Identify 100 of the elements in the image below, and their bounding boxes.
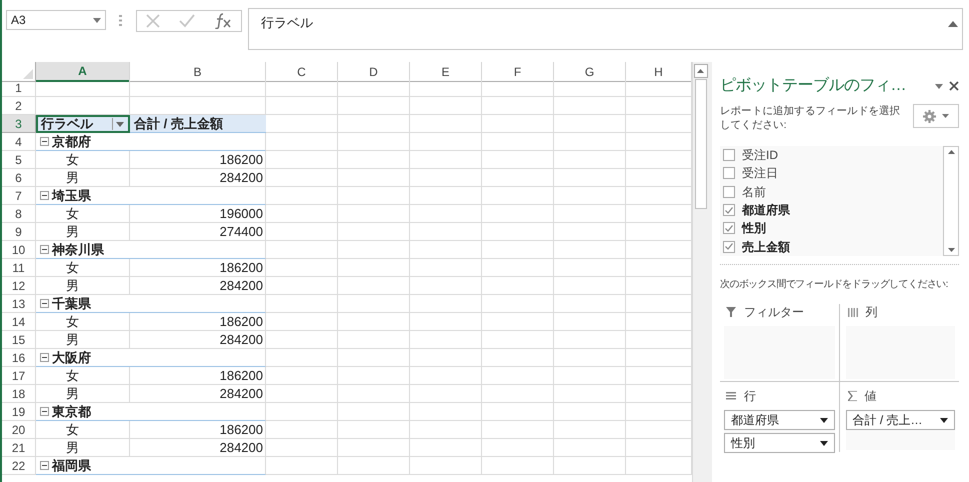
cell[interactable]: [338, 133, 410, 151]
cell[interactable]: 千葉県: [36, 295, 130, 313]
cell[interactable]: [410, 349, 482, 367]
area-field-button[interactable]: 都道府県: [724, 410, 834, 430]
cell[interactable]: [266, 169, 338, 187]
field-label[interactable]: 性別: [742, 219, 766, 238]
cell[interactable]: [410, 205, 482, 223]
field-label[interactable]: 受注日: [742, 164, 778, 182]
cell[interactable]: [554, 313, 626, 331]
cell[interactable]: [266, 277, 338, 295]
cell[interactable]: [482, 259, 554, 277]
cell[interactable]: [266, 133, 338, 151]
cell[interactable]: 186200: [130, 151, 266, 169]
cell[interactable]: [410, 295, 482, 313]
cell[interactable]: [482, 349, 554, 367]
cell[interactable]: [410, 457, 482, 475]
cell[interactable]: 女: [36, 367, 130, 385]
function-icon[interactable]: [214, 13, 232, 29]
column-header[interactable]: E: [410, 62, 482, 82]
cell[interactable]: [266, 187, 338, 205]
cell[interactable]: [36, 79, 130, 97]
cell[interactable]: [266, 331, 338, 349]
cell[interactable]: [266, 241, 338, 259]
cell[interactable]: 186200: [130, 367, 266, 385]
cell[interactable]: [266, 151, 338, 169]
cell[interactable]: 男: [36, 385, 130, 403]
cell[interactable]: [130, 295, 266, 313]
row-number[interactable]: 14: [2, 313, 36, 331]
cell[interactable]: [554, 241, 626, 259]
selected-cell[interactable]: 行ラベル: [36, 115, 130, 133]
cell[interactable]: [410, 403, 482, 421]
row-number[interactable]: 11: [2, 259, 36, 277]
cell[interactable]: 274400: [130, 223, 266, 241]
name-box[interactable]: A3: [6, 10, 106, 30]
cell[interactable]: [482, 151, 554, 169]
column-header[interactable]: B: [130, 62, 266, 82]
cell[interactable]: [266, 79, 338, 97]
cell[interactable]: 女: [36, 259, 130, 277]
drop-area[interactable]: 合計 / 売上…: [846, 410, 955, 450]
cell[interactable]: [338, 439, 410, 457]
cell[interactable]: [482, 385, 554, 403]
row-number[interactable]: 5: [2, 151, 36, 169]
cell[interactable]: 女: [36, 205, 130, 223]
cell[interactable]: [554, 205, 626, 223]
collapse-icon[interactable]: [40, 461, 49, 470]
row-number[interactable]: 3: [2, 115, 36, 133]
cell[interactable]: [266, 457, 338, 475]
cell[interactable]: [554, 151, 626, 169]
cell[interactable]: [266, 313, 338, 331]
cell[interactable]: [338, 205, 410, 223]
cell[interactable]: [130, 349, 266, 367]
cell[interactable]: [554, 277, 626, 295]
row-number[interactable]: 9: [2, 223, 36, 241]
cell[interactable]: [410, 421, 482, 439]
cell[interactable]: [482, 223, 554, 241]
cell[interactable]: 男: [36, 331, 130, 349]
row-number[interactable]: 7: [2, 187, 36, 205]
cell[interactable]: 284200: [130, 331, 266, 349]
cell[interactable]: [554, 169, 626, 187]
cell[interactable]: [482, 241, 554, 259]
cell[interactable]: [554, 349, 626, 367]
cell[interactable]: [410, 277, 482, 295]
row-number[interactable]: 10: [2, 241, 36, 259]
cell[interactable]: [554, 403, 626, 421]
row-number[interactable]: 21: [2, 439, 36, 457]
cell[interactable]: 男: [36, 169, 130, 187]
cell[interactable]: [482, 367, 554, 385]
column-header[interactable]: D: [338, 62, 410, 82]
area-field-button[interactable]: 合計 / 売上…: [846, 410, 955, 430]
cell[interactable]: [338, 457, 410, 475]
cell[interactable]: [482, 421, 554, 439]
cell[interactable]: [554, 421, 626, 439]
cell[interactable]: [338, 97, 410, 115]
cell[interactable]: [130, 241, 266, 259]
area-field-button[interactable]: 性別: [724, 433, 834, 453]
cell[interactable]: 大阪府: [36, 349, 130, 367]
cell[interactable]: [410, 439, 482, 457]
row-number[interactable]: 19: [2, 403, 36, 421]
cell[interactable]: [266, 403, 338, 421]
field-label[interactable]: 都道府県: [742, 201, 790, 220]
field-checkbox[interactable]: [723, 186, 735, 198]
tools-button[interactable]: [913, 104, 959, 128]
cell[interactable]: [410, 79, 482, 97]
collapse-icon[interactable]: [40, 245, 49, 254]
scroll-up-icon[interactable]: [697, 69, 704, 73]
cell[interactable]: 284200: [130, 385, 266, 403]
cell[interactable]: [338, 187, 410, 205]
cell[interactable]: [554, 295, 626, 313]
cell[interactable]: 186200: [130, 421, 266, 439]
cell[interactable]: [482, 439, 554, 457]
cell[interactable]: [130, 187, 266, 205]
cell[interactable]: [482, 295, 554, 313]
cell[interactable]: 女: [36, 151, 130, 169]
cell[interactable]: 284200: [130, 439, 266, 457]
formula-input[interactable]: 行ラベル: [248, 8, 963, 50]
cell[interactable]: 男: [36, 223, 130, 241]
field-checkbox[interactable]: [723, 204, 735, 216]
cell[interactable]: [410, 169, 482, 187]
cell[interactable]: [554, 439, 626, 457]
field-list-scrollbar[interactable]: [943, 146, 959, 256]
